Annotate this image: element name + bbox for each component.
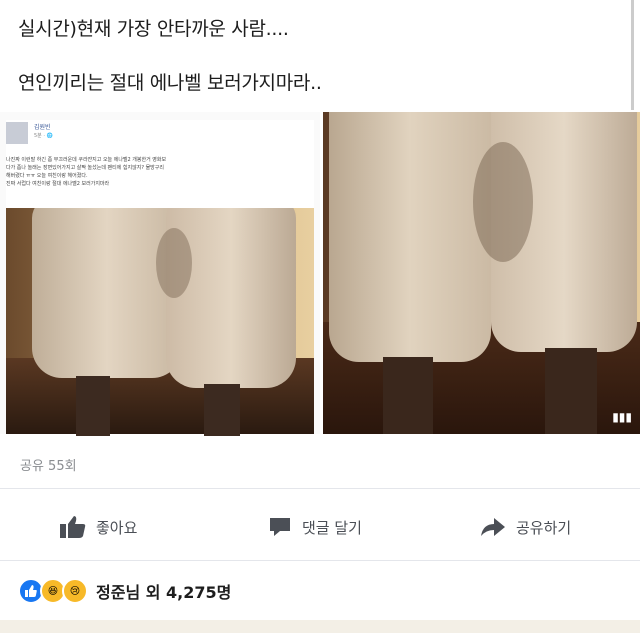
embedded-post: 김원빈 5분 · 🌐 나진짜 이런말 하긴 좀 부끄러운데 쿠라쟌지고 오늘 에… (6, 120, 314, 208)
pants-photo-large[interactable]: ▮▮▮ (323, 112, 640, 434)
reaction-count: 정준님 외 4,275명 (96, 583, 232, 602)
share-count[interactable]: 공유 55회 (20, 455, 77, 474)
comment-button[interactable]: 댓글 달기 (268, 516, 362, 538)
divider (0, 488, 640, 489)
post-headline-line2: 연인끼리는 절대 에나벨 보러가지마라.. (18, 72, 322, 94)
like-button[interactable]: 좋아요 (60, 516, 137, 538)
post-meta: 5분 · 🌐 (34, 133, 53, 139)
post-text-line: 진짜 서럽다 여친이랑 절대 에나벨2 보러가지마라 (6, 181, 110, 187)
share-arrow-icon (480, 516, 506, 538)
reactions-summary[interactable]: 😆 😢 정준님 외 4,275명 (18, 578, 231, 604)
share-label: 공유하기 (516, 518, 572, 537)
share-button[interactable]: 공유하기 (480, 516, 571, 538)
post-text-line: 다가 좀나 놀래는 장면있어가지고 살짝 놀섰는데 팬티에 힘지않지? 물방구리 (6, 165, 164, 171)
comment-label: 댓글 달기 (302, 518, 362, 537)
avatar (6, 122, 28, 144)
sad-reaction-icon: 😢 (62, 578, 88, 604)
poster-name: 김원빈 (34, 124, 51, 131)
gallery-icon: ▮▮▮ (612, 410, 632, 424)
thumbs-up-icon (60, 516, 86, 538)
post-text-line: 나진짜 이런말 하긴 좀 부끄러운데 쿠라쟌지고 오늘 에나벨2 개봉한거 영화… (6, 157, 167, 163)
photo-grid[interactable]: 김원빈 5분 · 🌐 나진짜 이런말 하긴 좀 부끄러운데 쿠라쟌지고 오늘 에… (0, 112, 640, 436)
post-text-line: 해버렸다 ㅠㅠ 오늘 여친이랑 헤어졌다. (6, 173, 88, 179)
scrollbar[interactable] (631, 0, 634, 110)
like-label: 좋아요 (96, 518, 138, 537)
divider (0, 560, 640, 561)
bottom-edge (0, 620, 640, 633)
comment-icon (268, 516, 292, 538)
screenshot-photo[interactable]: 김원빈 5분 · 🌐 나진짜 이런말 하긴 좀 부끄러운데 쿠라쟌지고 오늘 에… (0, 112, 320, 436)
post-text: 나진짜 이런말 하긴 좀 부끄러운데 쿠라쟌지고 오늘 에나벨2 개봉한거 영화… (6, 156, 314, 188)
pants-photo-small (6, 208, 314, 530)
post-headline-line1: 실시간)현재 가장 안타까운 사람.... (18, 18, 289, 40)
